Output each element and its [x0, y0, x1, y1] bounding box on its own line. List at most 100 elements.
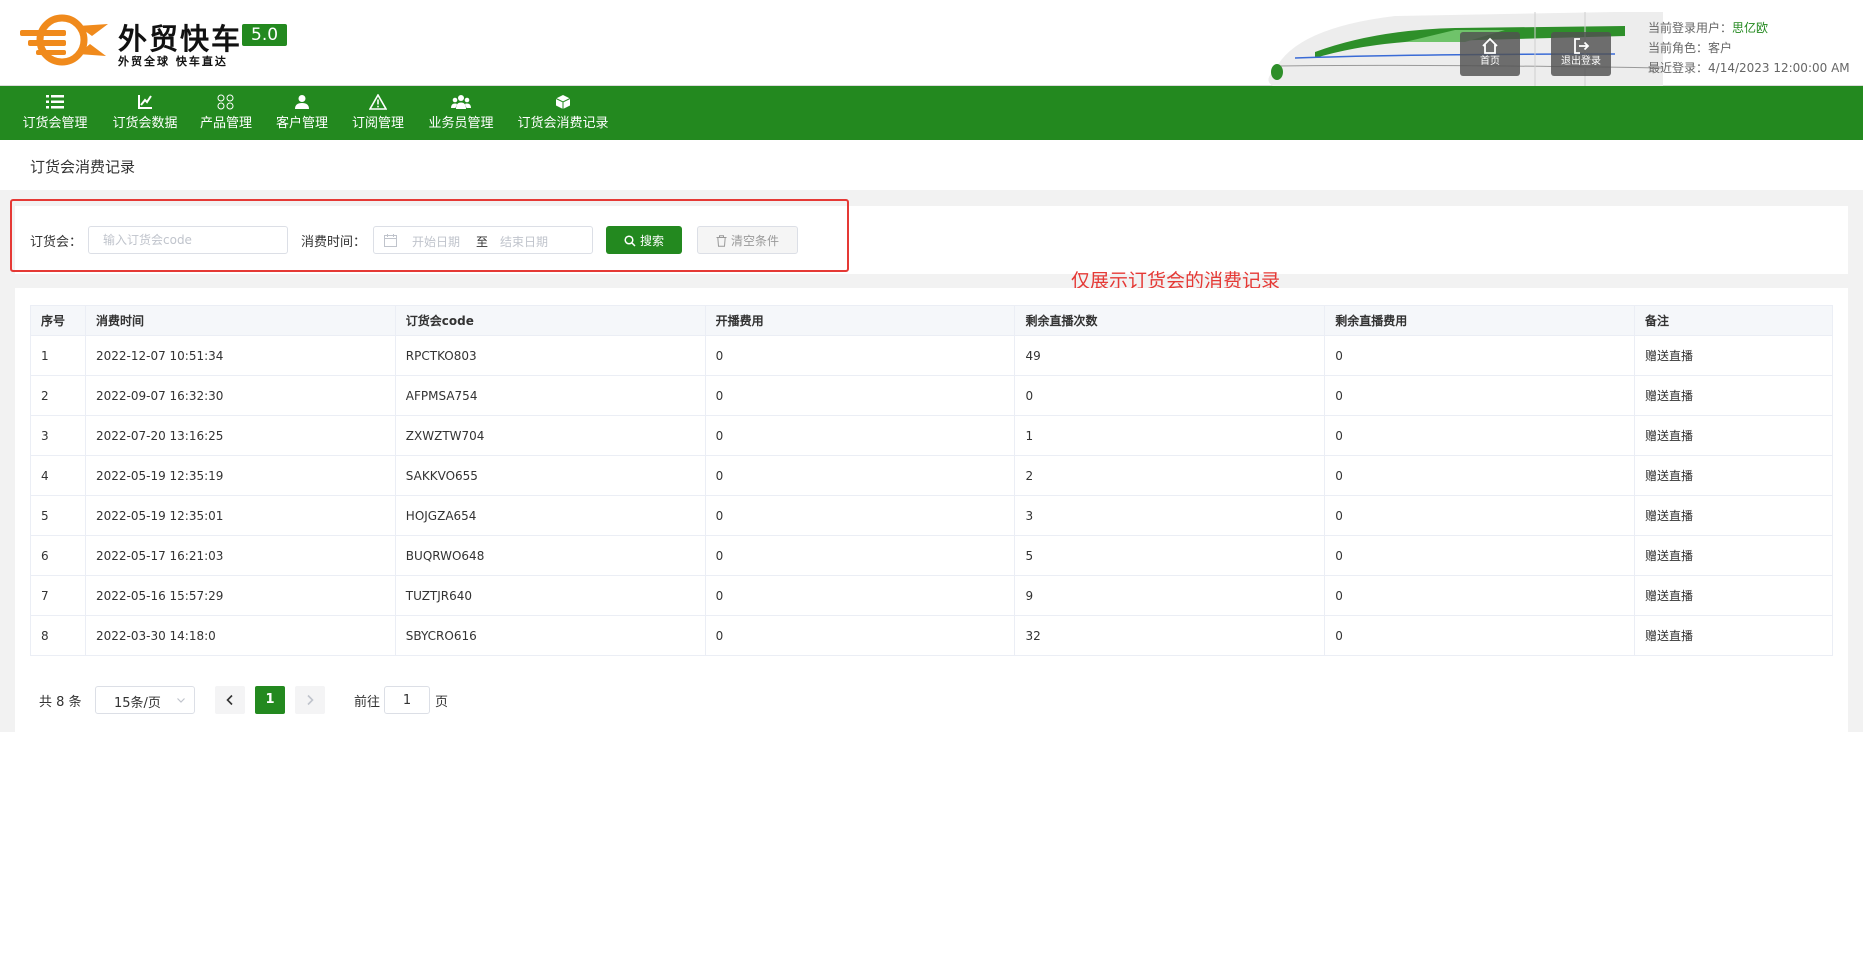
col-fair-code: 订货会code	[394, 305, 706, 336]
col-remark: 备注	[1634, 305, 1833, 336]
current-role: 当前角色：客户	[1648, 41, 1733, 55]
nav-item-customer-management[interactable]: 客户管理	[274, 86, 330, 140]
table-row: 4 2022-05-19 12:35:19 SAKKVO655 0 2 0 赠送…	[30, 455, 1833, 496]
cell-consume-time: 2022-05-16 15:57:29	[84, 575, 396, 616]
home-button-label: 首页	[1480, 56, 1500, 67]
cell-consume-time: 2022-03-30 14:18:0	[84, 615, 396, 656]
cell-remaining-count: 1	[1014, 415, 1326, 456]
nav-item-fair-consumption-records[interactable]: 订货会消费记录	[516, 86, 610, 140]
cell-remark: 赠送直播	[1634, 535, 1833, 576]
cell-remaining-count: 9	[1014, 575, 1326, 616]
cell-consume-time: 2022-09-07 16:32:30	[84, 375, 396, 416]
cell-broadcast-fee: 0	[704, 375, 1016, 416]
main-nav: 订货会管理 订货会数据 产品管理 客户管理 订阅管理 业务员管理 订货会消费记录	[0, 86, 1863, 140]
consumption-table: 序号 消费时间 订货会code 开播费用 剩余直播次数 剩余直播费用 备注 1 …	[30, 305, 1833, 656]
cell-consume-time: 2022-07-20 13:16:25	[84, 415, 396, 456]
cell-fair-code: AFPMSA754	[394, 375, 706, 416]
next-page-button[interactable]	[295, 686, 325, 714]
cell-fair-code: TUZTJR640	[394, 575, 706, 616]
last-login-value: 4/14/2023 12:00:00 AM	[1708, 61, 1850, 75]
current-page-button[interactable]: 1	[255, 686, 285, 714]
cell-broadcast-fee: 0	[704, 535, 1016, 576]
cell-remark: 赠送直播	[1634, 335, 1833, 376]
user-info: 当前登录用户：思亿欧 当前角色：客户 最近登录：4/14/2023 12:00:…	[1648, 18, 1850, 78]
cell-index: 6	[30, 535, 86, 576]
cell-broadcast-fee: 0	[704, 575, 1016, 616]
logout-button[interactable]: 退出登录	[1551, 32, 1611, 76]
page-size-select[interactable]: 15条/页	[95, 686, 195, 714]
version-badge: 5.0	[242, 24, 288, 46]
brand-tagline: 外贸全球 快车直达	[118, 55, 228, 68]
table-row: 6 2022-05-17 16:21:03 BUQRWO648 0 5 0 赠送…	[30, 535, 1833, 576]
table-header-row: 序号 消费时间 订货会code 开播费用 剩余直播次数 剩余直播费用 备注	[30, 305, 1833, 336]
cell-remaining-count: 32	[1014, 615, 1326, 656]
calendar-icon	[384, 234, 397, 247]
cell-remark: 赠送直播	[1634, 575, 1833, 616]
goto-page-input[interactable]	[384, 686, 430, 714]
home-button[interactable]: 首页	[1460, 32, 1520, 76]
cell-remaining-fee: 0	[1324, 575, 1636, 616]
brand-name: 外贸快车	[118, 22, 243, 56]
table-row: 8 2022-03-30 14:18:0 SBYCRO616 0 32 0 赠送…	[30, 615, 1833, 656]
cell-fair-code: RPCTKO803	[394, 335, 706, 376]
cell-consume-time: 2022-05-17 16:21:03	[84, 535, 396, 576]
page-title: 订货会消费记录	[30, 158, 136, 176]
goto-label: 前往	[354, 695, 381, 710]
cell-broadcast-fee: 0	[704, 455, 1016, 496]
search-button[interactable]: 搜索	[606, 226, 682, 254]
cell-broadcast-fee: 0	[704, 495, 1016, 536]
user-icon	[295, 95, 309, 109]
cell-broadcast-fee: 0	[704, 335, 1016, 376]
nav-item-fair-management[interactable]: 订货会管理	[20, 86, 90, 140]
col-consume-time: 消费时间	[84, 305, 396, 336]
cell-remaining-fee: 0	[1324, 455, 1636, 496]
cell-index: 1	[30, 335, 86, 376]
table-row: 7 2022-05-16 15:57:29 TUZTJR640 0 9 0 赠送…	[30, 575, 1833, 616]
cell-remark: 赠送直播	[1634, 495, 1833, 536]
nav-item-fair-data[interactable]: 订货会数据	[110, 86, 180, 140]
page-title-bar: 订货会消费记录	[0, 140, 1863, 190]
fair-label: 订货会：	[30, 235, 83, 250]
nav-item-salesman-management[interactable]: 业务员管理	[426, 86, 496, 140]
start-date-input[interactable]: 开始日期	[412, 233, 460, 250]
list-icon	[46, 95, 64, 109]
chart-icon	[138, 95, 152, 109]
cell-remark: 赠送直播	[1634, 375, 1833, 416]
nav-item-subscription-management[interactable]: 订阅管理	[350, 86, 406, 140]
cell-broadcast-fee: 0	[704, 615, 1016, 656]
logout-icon	[1574, 38, 1590, 54]
brand-logo-icon	[20, 14, 108, 66]
cell-consume-time: 2022-12-07 10:51:34	[84, 335, 396, 376]
table-row: 2 2022-09-07 16:32:30 AFPMSA754 0 0 0 赠送…	[30, 375, 1833, 416]
chevron-left-icon	[226, 694, 233, 706]
cell-remaining-fee: 0	[1324, 495, 1636, 536]
home-icon	[1482, 37, 1498, 54]
fair-code-input[interactable]	[88, 226, 288, 254]
chevron-right-icon	[307, 694, 314, 706]
col-remaining-fee: 剩余直播费用	[1324, 305, 1636, 336]
date-range-picker[interactable]: 开始日期 至 结束日期	[373, 226, 593, 254]
table-row: 3 2022-07-20 13:16:25 ZXWZTW704 0 1 0 赠送…	[30, 415, 1833, 456]
cell-fair-code: SAKKVO655	[394, 455, 706, 496]
cell-remaining-count: 2	[1014, 455, 1326, 496]
search-panel	[15, 206, 1848, 274]
grid-icon	[217, 94, 234, 110]
prev-page-button[interactable]	[215, 686, 245, 714]
cell-fair-code: ZXWZTW704	[394, 415, 706, 456]
trash-icon	[716, 234, 727, 247]
end-date-input[interactable]: 结束日期	[500, 233, 548, 250]
pager-total: 共 8 条	[39, 695, 82, 710]
cell-index: 7	[30, 575, 86, 616]
cell-remaining-fee: 0	[1324, 335, 1636, 376]
cell-remark: 赠送直播	[1634, 415, 1833, 456]
cell-remark: 赠送直播	[1634, 455, 1833, 496]
table-row: 1 2022-12-07 10:51:34 RPCTKO803 0 49 0 赠…	[30, 335, 1833, 376]
table-row: 5 2022-05-19 12:35:01 HOJGZA654 0 3 0 赠送…	[30, 495, 1833, 536]
clear-button[interactable]: 清空条件	[697, 226, 798, 254]
nav-item-product-management[interactable]: 产品管理	[198, 86, 254, 140]
cell-fair-code: SBYCRO616	[394, 615, 706, 656]
cell-remaining-count: 0	[1014, 375, 1326, 416]
cell-remark: 赠送直播	[1634, 615, 1833, 656]
cell-remaining-count: 3	[1014, 495, 1326, 536]
user-name: 思亿欧	[1732, 21, 1769, 35]
